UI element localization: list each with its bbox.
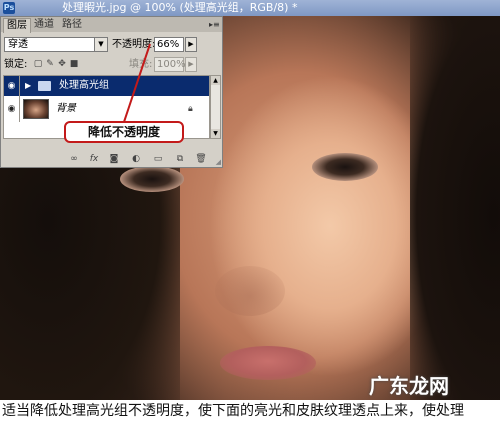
hair-right: [410, 16, 500, 400]
watermark-logo: 广东龙网: [369, 374, 449, 398]
blend-mode-value: 穿透: [8, 39, 28, 50]
folder-icon: [38, 81, 51, 91]
tab-channels[interactable]: 通道: [31, 18, 57, 32]
annotation-callout: 降低不透明度: [64, 121, 184, 143]
lips: [220, 346, 316, 380]
new-layer-icon[interactable]: ⧉: [173, 153, 187, 165]
caption-text: 适当降低处理高光组不透明度，使下面的亮光和皮肤纹理透点上来，使处理: [0, 400, 500, 421]
fill-input[interactable]: 100%: [154, 57, 186, 72]
trash-icon[interactable]: 🗑︎: [194, 153, 208, 165]
panel-menu-icon[interactable]: ▸≡: [209, 20, 220, 29]
lock-label: 锁定:: [4, 59, 28, 70]
nose: [215, 266, 285, 316]
eye-right: [312, 153, 378, 181]
scroll-down-icon[interactable]: ▼: [211, 129, 220, 138]
scroll-up-icon[interactable]: ▲: [211, 76, 220, 85]
fx-icon[interactable]: fx: [87, 153, 101, 165]
tab-paths[interactable]: 路径: [59, 18, 85, 32]
document-titlebar: Ps 处理暇光.jpg @ 100% (处理高光组，RGB/8) *: [0, 0, 500, 16]
visibility-eye-icon[interactable]: ◉: [4, 96, 20, 122]
layer-row-background[interactable]: ◉ 背景 🔒︎: [4, 96, 209, 122]
opacity-input[interactable]: 66%: [154, 37, 184, 52]
layer-name-background: 背景: [56, 103, 76, 114]
link-icon[interactable]: ∞: [67, 153, 81, 165]
layers-panel: 图层 通道 路径 ▸≡ 穿透 ▼ 不透明度: 66% ▶ 锁定: ▢ ✎ ✥ ■…: [0, 16, 223, 168]
layers-scrollbar[interactable]: ▲ ▼: [210, 75, 221, 139]
layer-name-group: 处理高光组: [59, 80, 109, 91]
lock-pixels-icon[interactable]: ✎: [45, 59, 55, 69]
document-title: 处理暇光.jpg @ 100% (处理高光组，RGB/8) *: [62, 1, 298, 14]
fill-slider-button[interactable]: ▶: [185, 57, 197, 72]
tab-layers[interactable]: 图层: [3, 18, 31, 33]
folder-icon[interactable]: ▭: [151, 153, 165, 165]
lock-position-icon[interactable]: ✥: [57, 59, 67, 69]
opacity-slider-button[interactable]: ▶: [185, 37, 197, 52]
layer-row-group[interactable]: ◉ ▶ 处理高光组: [4, 76, 209, 96]
blend-mode-select[interactable]: 穿透 ▼: [4, 37, 108, 52]
photoshop-icon: Ps: [3, 2, 15, 14]
chevron-down-icon: ▼: [94, 38, 107, 51]
lock-all-icon[interactable]: ■: [69, 59, 79, 69]
mask-icon[interactable]: ◙: [107, 153, 121, 165]
panel-tabs: 图层 通道 路径 ▸≡: [1, 17, 222, 33]
panel-bottom-toolbar: ∞ fx ◙ ◐ ▭ ⧉ 🗑︎ ◢: [1, 151, 222, 167]
opacity-label: 不透明度:: [112, 39, 156, 50]
expand-arrow-icon[interactable]: ▶: [25, 76, 31, 96]
lock-icon: 🔒︎: [188, 104, 193, 114]
fill-label: 填充:: [129, 59, 153, 70]
layer-thumbnail: [23, 99, 49, 119]
lock-transparency-icon[interactable]: ▢: [33, 59, 43, 69]
resize-grip-icon[interactable]: ◢: [216, 158, 221, 166]
visibility-eye-icon[interactable]: ◉: [4, 76, 20, 96]
adjustment-icon[interactable]: ◐: [129, 153, 143, 165]
eye-left: [120, 166, 184, 192]
